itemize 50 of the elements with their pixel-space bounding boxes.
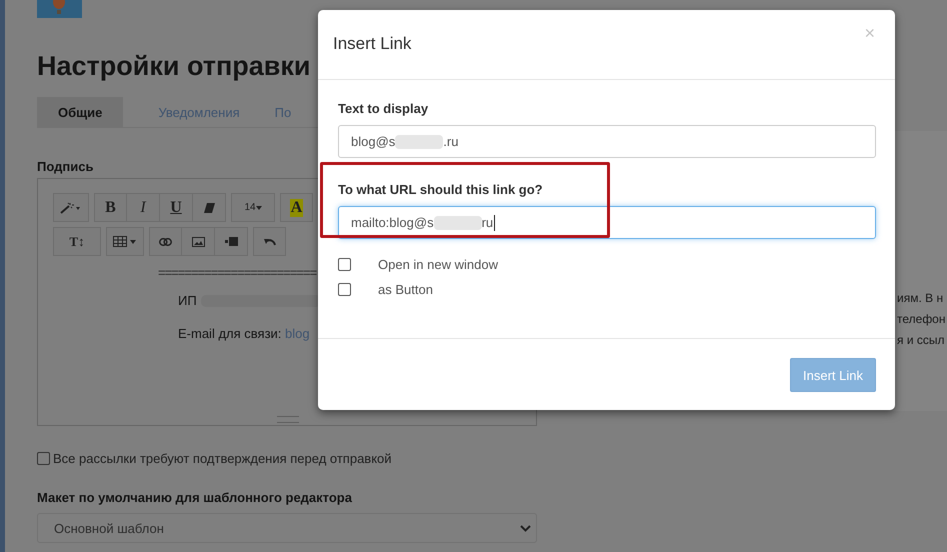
info-text: телефон [897, 312, 946, 326]
text-cursor [494, 214, 496, 230]
color-button[interactable]: A [280, 193, 313, 222]
link-button[interactable] [149, 227, 182, 256]
separator-line: ======================== [158, 265, 316, 280]
page-title: Настройки отправки [37, 50, 312, 82]
bold-button[interactable]: B [94, 193, 127, 222]
magic-wand-button[interactable] [53, 193, 89, 222]
balloon-logo-icon [37, 0, 82, 18]
layout-label: Макет по умолчанию для шаблонного редактора [37, 490, 353, 505]
insert-link-button[interactable]: Insert Link [790, 358, 876, 392]
image-button[interactable] [182, 227, 215, 256]
info-text: иям. В н [897, 291, 944, 305]
signature-text: E-mail для связи: blog [178, 326, 310, 341]
table-icon [113, 236, 137, 247]
video-button[interactable] [215, 227, 248, 256]
signature-label: Подпись [37, 159, 94, 176]
link-icon [159, 238, 172, 246]
resize-handle[interactable] [277, 416, 299, 423]
checkbox[interactable] [338, 258, 351, 270]
table-button[interactable] [106, 227, 144, 256]
chevron-down-icon [520, 524, 531, 532]
text-input-field[interactable]: blog@s .ru [338, 125, 876, 158]
checkbox-label: Open in new window [378, 256, 498, 272]
undo-button[interactable] [253, 227, 286, 256]
url-input-field[interactable]: mailto:blog@s ru [338, 206, 876, 239]
redaction-blur [434, 216, 482, 230]
checkbox[interactable] [338, 282, 351, 296]
font-size-button[interactable]: 14 [231, 193, 275, 222]
checkbox-label: as Button [378, 282, 433, 296]
style-button[interactable]: T↕ [53, 227, 101, 256]
dialog-title: Insert Link [333, 34, 412, 54]
field-label: To what URL should this link go? [338, 182, 544, 197]
checkbox-label: Все рассылки требуют подтверждения перед отправкой [53, 451, 392, 466]
tab[interactable]: Общие [37, 97, 124, 127]
signature-text: ИП [178, 293, 197, 308]
undo-icon [264, 237, 276, 246]
redaction-blur [395, 134, 444, 148]
magic-wand-icon [60, 202, 82, 214]
eraser-button[interactable] [193, 193, 226, 222]
field-label: Text to display [338, 101, 430, 116]
layout-select[interactable]: Основной шаблон [37, 513, 537, 543]
caret-icon [256, 206, 262, 210]
image-icon [192, 236, 204, 246]
underline-button[interactable]: U [160, 193, 193, 222]
video-camera-icon [224, 237, 238, 246]
info-text: я и ссыл [897, 333, 946, 347]
eraser-icon [204, 202, 214, 212]
italic-button[interactable]: I [127, 193, 160, 222]
checkbox[interactable] [37, 452, 50, 465]
